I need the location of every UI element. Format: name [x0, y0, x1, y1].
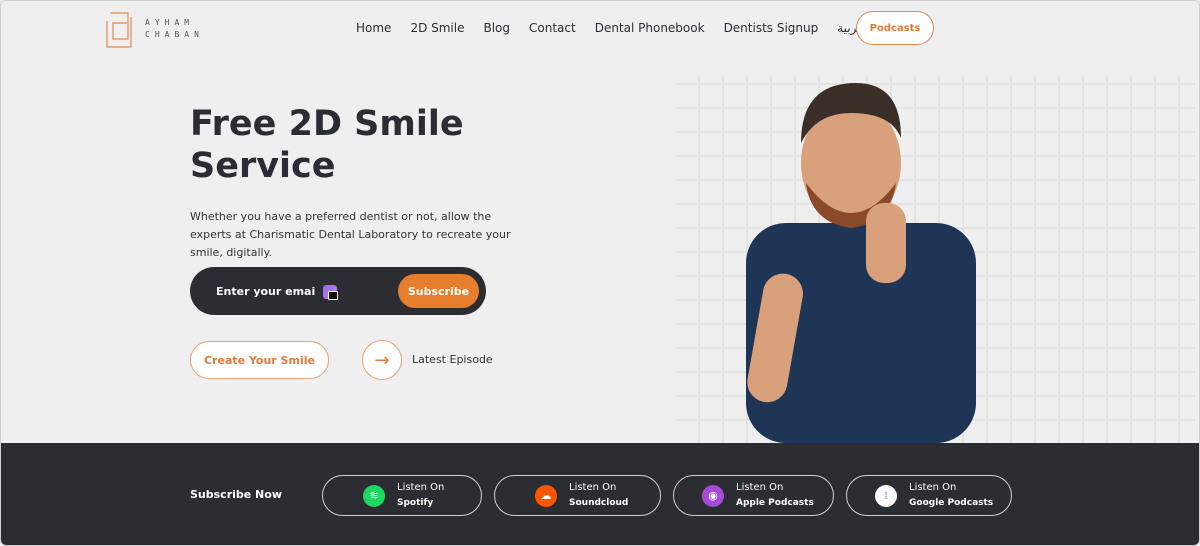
hero-description: Whether you have a preferred dentist or …	[190, 210, 511, 259]
hero-photo	[746, 83, 976, 443]
main-nav: Home 2D Smile Blog Contact Dental Phoneb…	[356, 21, 889, 35]
nav-home[interactable]: Home	[356, 21, 391, 35]
platform-name: Soundcloud	[569, 497, 629, 508]
listen-on: Listen On	[569, 481, 617, 493]
nav-blog[interactable]: Blog	[483, 21, 510, 35]
soundcloud-icon: ☁	[535, 484, 557, 507]
spotify-button[interactable]: ≋ Listen On Spotify	[322, 475, 482, 516]
nav-dentists-signup[interactable]: Dentists Signup	[724, 21, 819, 35]
apple-podcasts-button[interactable]: ◉ Listen On Apple Podcasts	[673, 475, 834, 516]
platform-name: Spotify	[397, 497, 434, 508]
platform-name: Apple Podcasts	[736, 497, 814, 508]
nav-dental-phonebook[interactable]: Dental Phonebook	[595, 21, 705, 35]
arrow-right-icon[interactable]: →	[362, 340, 402, 380]
soundcloud-button[interactable]: ☁ Listen On Soundcloud	[494, 475, 661, 516]
apple-podcasts-icon: ◉	[702, 484, 724, 507]
logo-line2: CHABAN	[145, 30, 204, 39]
logo[interactable]: AYHAM CHABAN	[105, 9, 204, 49]
subscribe-now-label: Subscribe Now	[190, 488, 282, 501]
email-input[interactable]	[216, 284, 316, 298]
email-form: Subscribe	[190, 267, 486, 315]
hero-title: Free 2D Smile Service	[190, 104, 464, 186]
create-your-smile-button[interactable]: Create Your Smile	[190, 341, 329, 379]
platform-name: Google Podcasts	[909, 497, 994, 508]
listen-on: Listen On	[909, 481, 957, 493]
page: AYHAM CHABAN Home 2D Smile Blog Contact D…	[0, 0, 1200, 546]
listen-on: Listen On	[736, 481, 784, 493]
logo-mark-icon	[106, 12, 132, 48]
subscribe-button[interactable]: Subscribe	[398, 274, 479, 308]
logo-line1: AYHAM	[145, 18, 195, 27]
google-podcasts-button[interactable]: ⁞ Listen On Google Podcasts	[846, 475, 1012, 516]
nav-2d-smile[interactable]: 2D Smile	[410, 21, 464, 35]
nav-contact[interactable]: Contact	[529, 21, 576, 35]
podcasts-button[interactable]: Podcasts	[856, 11, 934, 45]
google-podcasts-icon: ⁞	[875, 484, 897, 507]
spotify-icon: ≋	[363, 484, 385, 507]
listen-on: Listen On	[397, 481, 445, 493]
password-manager-icon[interactable]	[323, 285, 338, 300]
latest-episode-link[interactable]: Latest Episode	[412, 353, 493, 366]
